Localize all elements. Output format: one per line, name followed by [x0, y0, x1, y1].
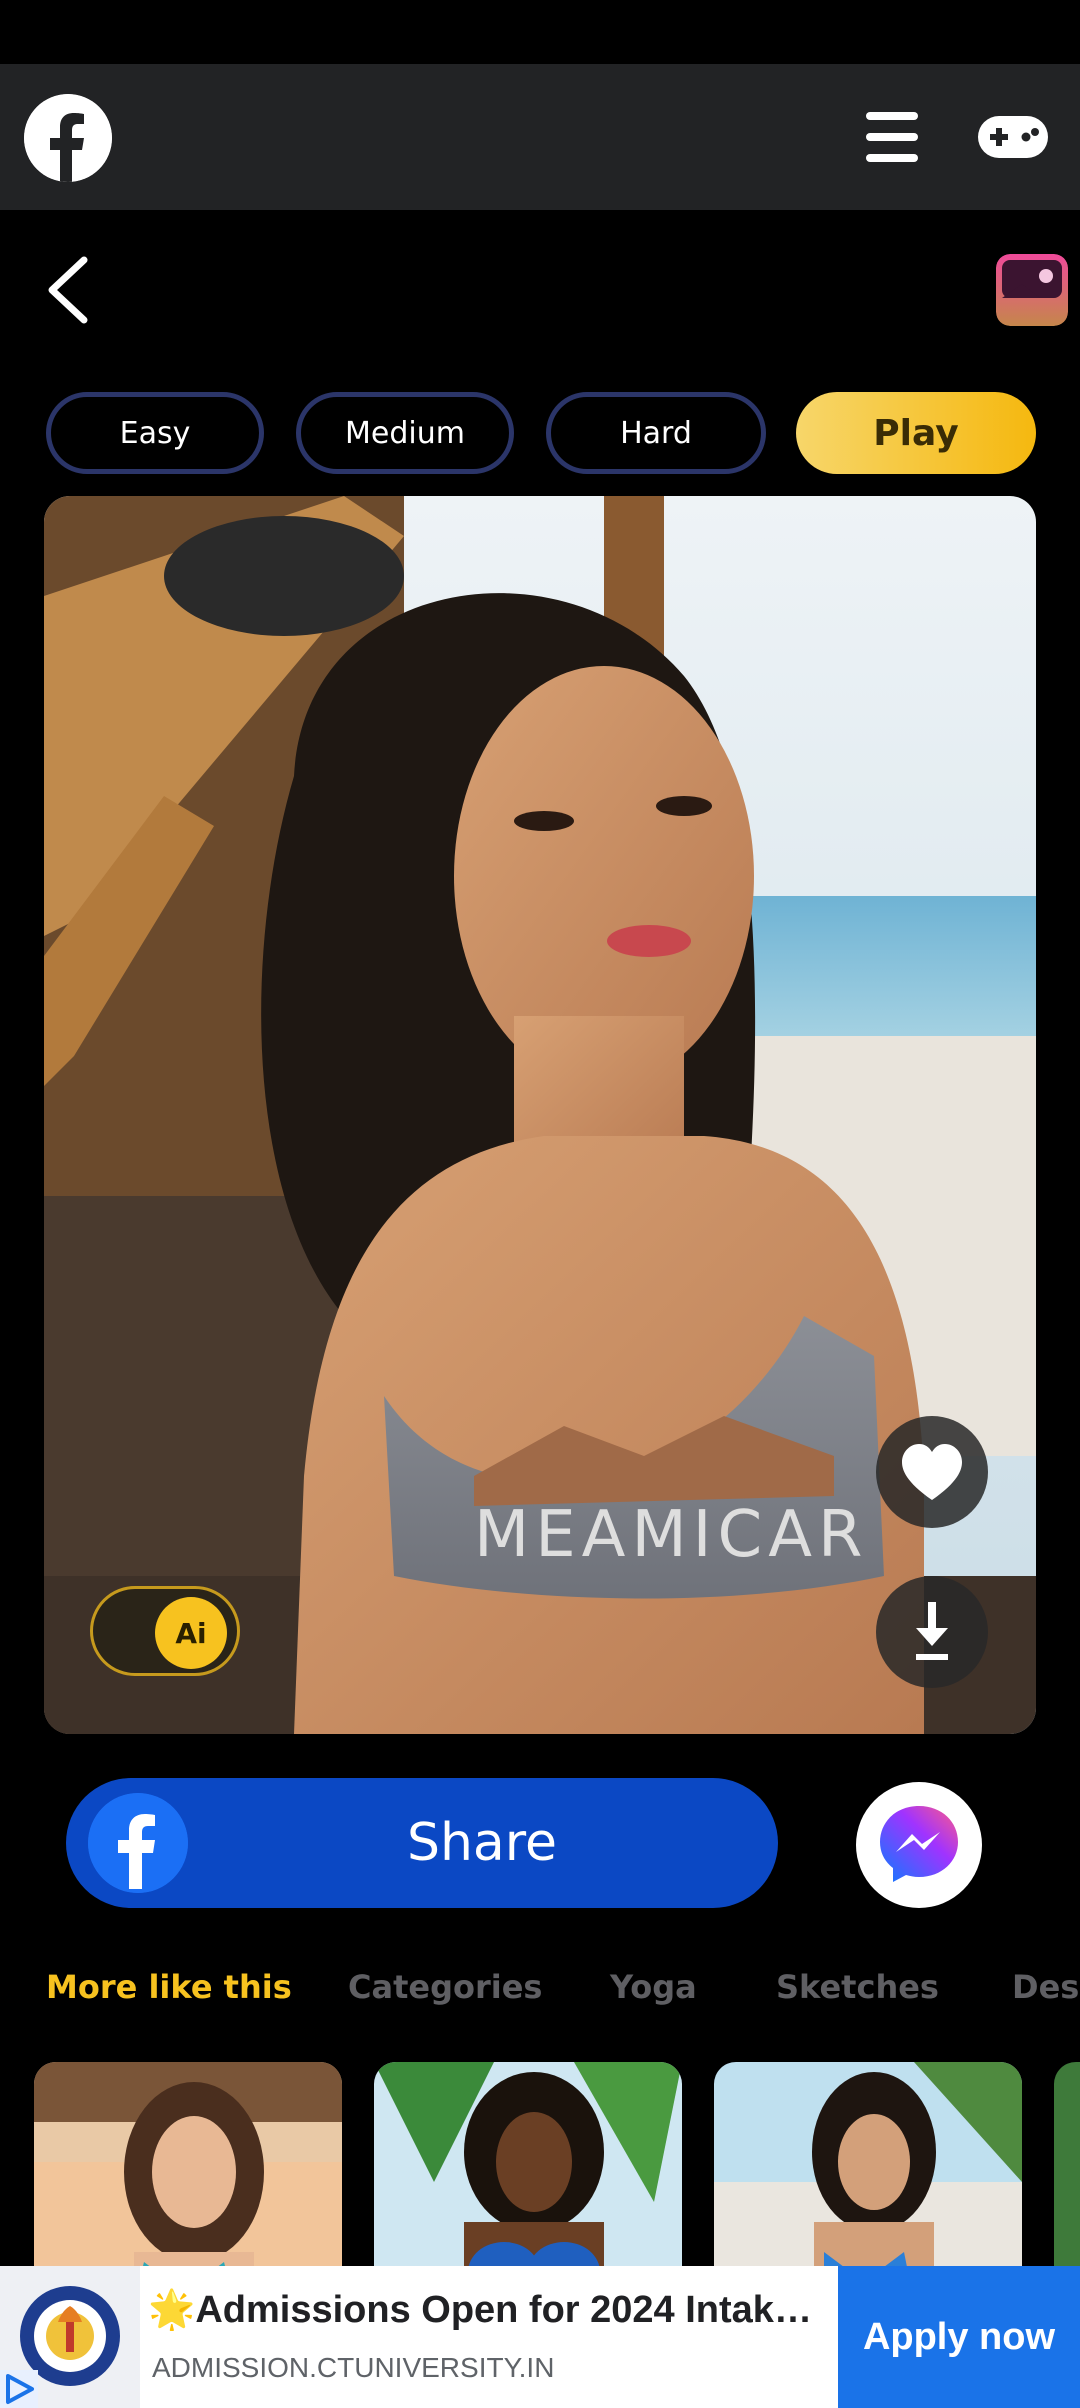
apply-now-button[interactable]: Apply now — [838, 2266, 1080, 2408]
puzzle-photo[interactable]: MEAMICAR Ai — [44, 496, 1036, 1734]
app-header — [0, 64, 1080, 210]
download-button[interactable] — [876, 1576, 988, 1688]
hard-button[interactable]: Hard — [546, 392, 766, 474]
thumbnail[interactable] — [714, 2062, 1022, 2268]
tab-more-like-this[interactable]: More like this — [46, 1968, 292, 2006]
share-button[interactable]: Share — [66, 1778, 778, 1908]
easy-button[interactable]: Easy — [46, 392, 264, 474]
gamepad-icon[interactable] — [978, 116, 1048, 158]
like-button[interactable] — [876, 1416, 988, 1528]
gallery-image-icon[interactable] — [996, 254, 1068, 326]
messenger-button[interactable] — [856, 1782, 982, 1908]
medium-button[interactable]: Medium — [296, 392, 514, 474]
ai-toggle-knob: Ai — [155, 1597, 227, 1669]
ad-banner[interactable]: 🌟Admissions Open for 2024 Intake… ADMISS… — [0, 2266, 1080, 2408]
sub-navigation — [0, 210, 1080, 370]
shirt-print: MEAMICAR — [474, 1498, 868, 1572]
photo-image: MEAMICAR — [44, 496, 1036, 1734]
tab-sketches[interactable]: Sketches — [776, 1968, 939, 2006]
ai-toggle[interactable]: Ai — [90, 1586, 240, 1676]
facebook-f-icon — [88, 1793, 188, 1893]
download-icon — [916, 1602, 948, 1660]
heart-icon — [902, 1444, 962, 1500]
facebook-logo-icon[interactable] — [24, 94, 112, 182]
category-tabs: More like this Categories Yoga Sketches … — [0, 1960, 1080, 2022]
play-button[interactable]: Play — [796, 392, 1036, 474]
ad-url: ADMISSION.CTUNIVERSITY.IN — [152, 2352, 555, 2383]
status-bar — [0, 0, 1080, 64]
share-label: Share — [406, 1813, 558, 1873]
hamburger-menu-icon[interactable] — [866, 112, 918, 162]
tab-yoga[interactable]: Yoga — [610, 1968, 697, 2006]
thumbnail[interactable] — [374, 2062, 682, 2268]
tab-desi[interactable]: Desi — [1012, 1968, 1080, 2006]
adchoices-icon[interactable] — [0, 2370, 38, 2408]
chevron-left-icon[interactable] — [40, 254, 96, 326]
messenger-icon — [880, 1806, 958, 1882]
related-thumbnails — [0, 2062, 1080, 2268]
tab-categories[interactable]: Categories — [348, 1968, 542, 2006]
thumbnail[interactable] — [34, 2062, 342, 2268]
thumbnail[interactable] — [1054, 2062, 1080, 2268]
ad-title: 🌟Admissions Open for 2024 Intake… — [148, 2289, 828, 2331]
